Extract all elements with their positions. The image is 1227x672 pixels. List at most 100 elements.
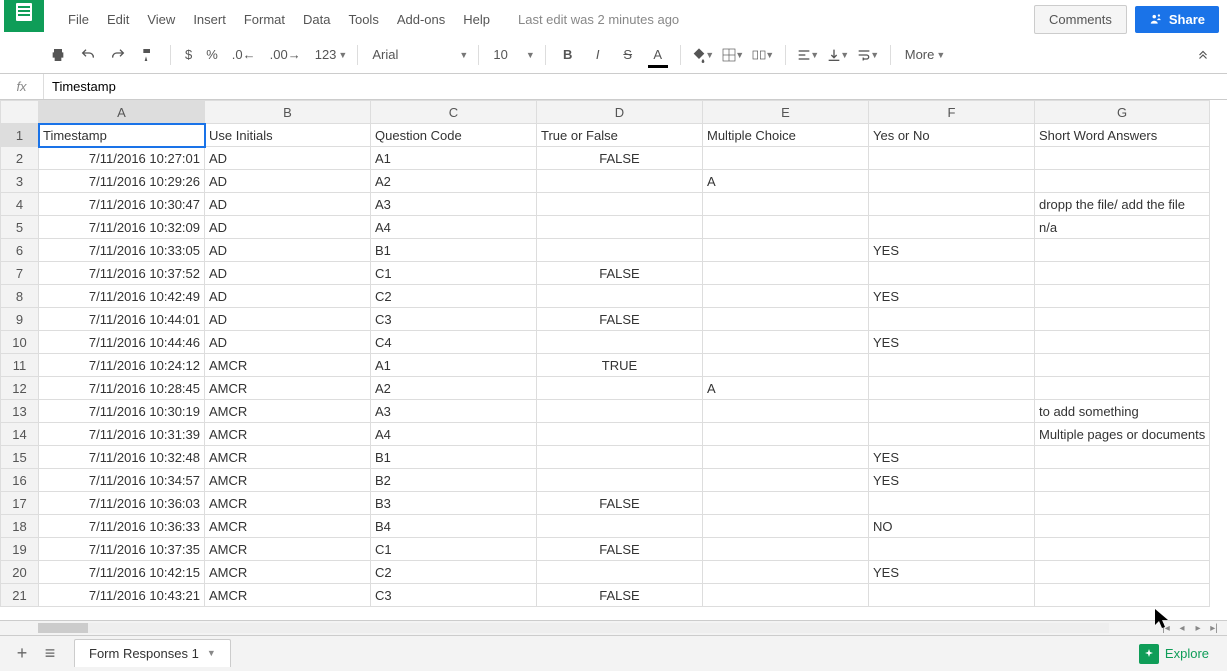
cell[interactable]: AD (205, 216, 371, 239)
cell[interactable] (1035, 561, 1210, 584)
horizontal-align-button[interactable]: ▼ (796, 43, 820, 67)
cell[interactable]: B1 (371, 446, 537, 469)
strikethrough-button[interactable]: S (616, 43, 640, 67)
cell[interactable]: 7/11/2016 10:32:48 (39, 446, 205, 469)
fx-label[interactable]: fx (0, 74, 44, 99)
more-dropdown[interactable]: More▼ (901, 45, 946, 64)
cell[interactable]: 7/11/2016 10:27:01 (39, 147, 205, 170)
all-sheets-button[interactable]: ≡ (36, 640, 64, 668)
row-header[interactable]: 19 (1, 538, 39, 561)
cell[interactable]: AMCR (205, 492, 371, 515)
cell[interactable] (703, 216, 869, 239)
cell[interactable] (537, 216, 703, 239)
cell[interactable] (703, 469, 869, 492)
last-edit-text[interactable]: Last edit was 2 minutes ago (518, 12, 679, 27)
cell[interactable]: 7/11/2016 10:31:39 (39, 423, 205, 446)
cell[interactable]: Short Word Answers (1035, 124, 1210, 147)
borders-button[interactable]: ▼ (721, 43, 745, 67)
menu-tools[interactable]: Tools (340, 8, 386, 31)
cell[interactable] (537, 515, 703, 538)
cell[interactable]: A4 (371, 216, 537, 239)
cell[interactable]: A2 (371, 377, 537, 400)
cell[interactable]: FALSE (537, 262, 703, 285)
sheet-tab-form-responses[interactable]: Form Responses 1 ▼ (74, 639, 231, 667)
font-family-dropdown[interactable]: Arial▼ (368, 45, 468, 64)
cell[interactable]: TRUE (537, 354, 703, 377)
row-header[interactable]: 8 (1, 285, 39, 308)
vertical-align-button[interactable]: ▼ (826, 43, 850, 67)
cell[interactable] (1035, 584, 1210, 607)
share-button[interactable]: Share (1135, 6, 1219, 33)
cell[interactable]: FALSE (537, 147, 703, 170)
bold-button[interactable]: B (556, 43, 580, 67)
cell[interactable] (869, 354, 1035, 377)
row-header[interactable]: 10 (1, 331, 39, 354)
row-header[interactable]: 21 (1, 584, 39, 607)
cell[interactable] (869, 216, 1035, 239)
cell[interactable]: AD (205, 147, 371, 170)
currency-button[interactable]: $ (181, 45, 196, 64)
cell[interactable]: to add something (1035, 400, 1210, 423)
row-header[interactable]: 1 (1, 124, 39, 147)
cell[interactable]: B1 (371, 239, 537, 262)
column-header-B[interactable]: B (205, 101, 371, 124)
cell[interactable]: AD (205, 308, 371, 331)
cell[interactable]: Use Initials (205, 124, 371, 147)
cell[interactable] (1035, 377, 1210, 400)
explore-button[interactable]: Explore (1129, 640, 1219, 668)
scroll-right-icon[interactable]: ▸ (1191, 621, 1205, 635)
merge-cells-button[interactable]: ▼ (751, 43, 775, 67)
cell[interactable] (869, 147, 1035, 170)
fill-color-button[interactable]: ▼ (691, 43, 715, 67)
row-header[interactable]: 3 (1, 170, 39, 193)
cell[interactable]: Multiple pages or documents (1035, 423, 1210, 446)
cell[interactable]: AMCR (205, 423, 371, 446)
sheets-logo[interactable] (4, 0, 44, 32)
cell[interactable]: A3 (371, 193, 537, 216)
cell[interactable]: C3 (371, 308, 537, 331)
cell[interactable] (1035, 239, 1210, 262)
menu-file[interactable]: File (60, 8, 97, 31)
menu-data[interactable]: Data (295, 8, 338, 31)
row-header[interactable]: 6 (1, 239, 39, 262)
cell[interactable]: 7/11/2016 10:28:45 (39, 377, 205, 400)
scroll-last-icon[interactable]: ▸| (1207, 621, 1221, 635)
menu-view[interactable]: View (139, 8, 183, 31)
horizontal-scrollbar[interactable]: |◂ ◂ ▸ ▸| (0, 620, 1227, 635)
cell[interactable] (869, 538, 1035, 561)
cell[interactable]: AD (205, 170, 371, 193)
cell[interactable]: 7/11/2016 10:44:01 (39, 308, 205, 331)
cell[interactable] (869, 377, 1035, 400)
number-format-dropdown[interactable]: 123▼ (311, 45, 348, 64)
text-wrap-button[interactable]: ▼ (856, 43, 880, 67)
increase-decimal-button[interactable]: .00→ (266, 45, 305, 64)
cell[interactable] (537, 331, 703, 354)
formula-input[interactable] (44, 74, 1227, 99)
cell[interactable] (537, 469, 703, 492)
sheet-tab-menu-icon[interactable]: ▼ (207, 648, 216, 658)
cell[interactable]: 7/11/2016 10:44:46 (39, 331, 205, 354)
cell[interactable]: 7/11/2016 10:24:12 (39, 354, 205, 377)
cell[interactable]: 7/11/2016 10:30:47 (39, 193, 205, 216)
italic-button[interactable]: I (586, 43, 610, 67)
collapse-toolbar-icon[interactable] (1191, 43, 1215, 67)
cell[interactable] (1035, 147, 1210, 170)
menu-help[interactable]: Help (455, 8, 498, 31)
cell[interactable]: YES (869, 331, 1035, 354)
comments-button[interactable]: Comments (1034, 5, 1127, 34)
cell[interactable]: A3 (371, 400, 537, 423)
cell[interactable]: 7/11/2016 10:37:52 (39, 262, 205, 285)
cell[interactable]: 7/11/2016 10:34:57 (39, 469, 205, 492)
cell[interactable] (869, 193, 1035, 216)
cell[interactable]: YES (869, 469, 1035, 492)
cell[interactable] (703, 492, 869, 515)
cell[interactable]: YES (869, 285, 1035, 308)
cell[interactable]: AD (205, 331, 371, 354)
cell[interactable]: YES (869, 561, 1035, 584)
cell[interactable] (537, 193, 703, 216)
row-header[interactable]: 2 (1, 147, 39, 170)
cell[interactable]: FALSE (537, 584, 703, 607)
cell[interactable]: 7/11/2016 10:36:33 (39, 515, 205, 538)
cell[interactable]: 7/11/2016 10:36:03 (39, 492, 205, 515)
cell[interactable]: A2 (371, 170, 537, 193)
